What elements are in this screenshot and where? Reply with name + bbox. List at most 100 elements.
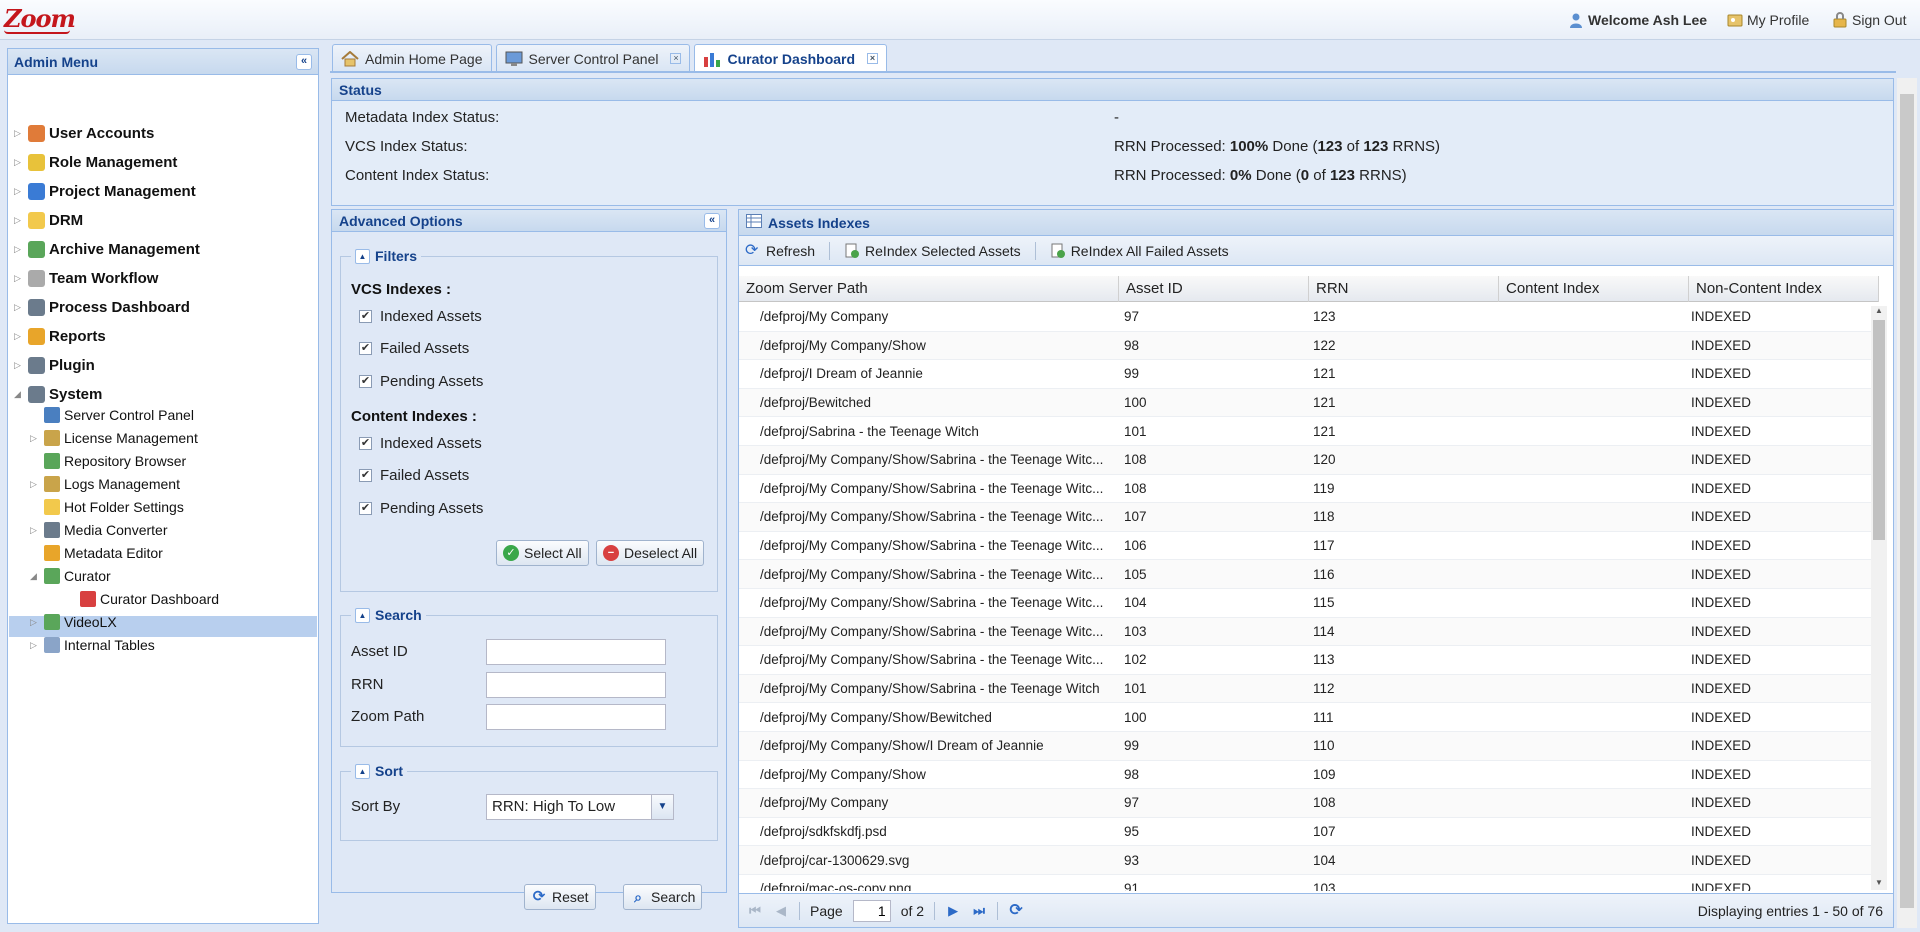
close-tab-icon[interactable]: × <box>867 53 879 64</box>
table-row[interactable]: /defproj/My Company 97 108 INDEXED <box>739 789 1873 818</box>
column-header-rrn[interactable]: RRN <box>1309 276 1499 302</box>
menu-item-drm[interactable]: ▷ DRM <box>14 210 83 230</box>
column-header-asset-id[interactable]: Asset ID <box>1119 276 1309 302</box>
table-row[interactable]: /defproj/Sabrina - the Teenage Witch 101 1… <box>739 417 1873 446</box>
collapsed-arrow-icon[interactable]: ▷ <box>14 128 24 139</box>
filters-toggle-icon[interactable]: ▲ <box>355 248 370 264</box>
table-row[interactable]: /defproj/My Company/Show/Sabrina - the T… <box>739 475 1873 504</box>
first-page-icon[interactable]: ⏮ <box>747 903 763 919</box>
column-header-non-content-index[interactable]: Non-Content Index <box>1689 276 1879 302</box>
tab-server-control-panel[interactable]: Server Control Panel × <box>495 44 691 72</box>
sign-out-link[interactable]: Sign Out <box>1832 12 1906 28</box>
table-row[interactable]: /defproj/My Company 97 123 INDEXED <box>739 303 1873 332</box>
menu-item-team-workflow[interactable]: ▷ Team Workflow <box>14 268 158 288</box>
menu-item-videolx[interactable]: ▷ VideoLX <box>30 612 117 632</box>
expanded-arrow-icon[interactable]: ◢ <box>14 389 24 400</box>
table-row[interactable]: /defproj/mac-os-copy.png 91 103 INDEXED <box>739 875 1873 891</box>
reindex-selected-button[interactable]: ReIndex Selected Assets <box>844 243 1021 259</box>
menu-item-system[interactable]: ◢ System <box>14 384 102 404</box>
refresh-icon[interactable]: ⟳ <box>1008 902 1024 919</box>
content-failed-assets-checkbox[interactable]: ✔ Failed Assets <box>359 467 469 484</box>
zoom-path-input[interactable] <box>486 704 666 730</box>
menu-item-archive-management[interactable]: ▷ Archive Management <box>14 239 200 259</box>
content-indexed-assets-checkbox[interactable]: ✔ Indexed Assets <box>359 435 482 452</box>
collapsed-arrow-icon[interactable]: ▷ <box>14 244 24 255</box>
vcs-failed-assets-checkbox[interactable]: ✔ Failed Assets <box>359 340 469 357</box>
expanded-arrow-icon[interactable]: ◢ <box>30 571 40 582</box>
next-page-icon[interactable]: ▶ <box>945 903 961 919</box>
menu-item-role-management[interactable]: ▷ Role Management <box>14 152 177 172</box>
table-row[interactable]: /defproj/My Company/Show/Sabrina - the T… <box>739 532 1873 561</box>
collapsed-arrow-icon[interactable]: ▷ <box>30 479 40 490</box>
collapse-advanced-icon[interactable]: « <box>704 213 720 229</box>
collapsed-arrow-icon[interactable]: ▷ <box>14 331 24 342</box>
table-row[interactable]: /defproj/My Company/Show 98 109 INDEXED <box>739 761 1873 790</box>
menu-item-plugin[interactable]: ▷ Plugin <box>14 355 95 375</box>
menu-item-server-control-panel[interactable]: Server Control Panel <box>30 405 194 425</box>
search-button[interactable]: ⌕ Search <box>623 884 703 910</box>
tab-curator-dashboard[interactable]: Curator Dashboard × <box>694 44 888 72</box>
collapsed-arrow-icon[interactable]: ▷ <box>30 617 40 628</box>
refresh-button[interactable]: ⟳ Refresh <box>745 242 815 259</box>
column-header-zoom-server-path[interactable]: Zoom Server Path <box>739 276 1119 302</box>
collapsed-arrow-icon[interactable]: ▷ <box>30 640 40 651</box>
table-row[interactable]: /defproj/I Dream of Jeannie 99 121 INDEXED <box>739 360 1873 389</box>
search-toggle-icon[interactable]: ▲ <box>355 607 370 623</box>
collapsed-arrow-icon[interactable]: ▷ <box>14 157 24 168</box>
my-profile-link[interactable]: My Profile <box>1727 12 1809 28</box>
collapsed-arrow-icon[interactable]: ▷ <box>14 215 24 226</box>
menu-item-hot-folder-settings[interactable]: Hot Folder Settings <box>30 497 184 517</box>
vcs-pending-assets-checkbox[interactable]: ✔ Pending Assets <box>359 373 483 390</box>
page-scrollbar[interactable] <box>1897 78 1917 928</box>
menu-item-user-accounts[interactable]: ▷ User Accounts <box>14 123 154 143</box>
menu-item-license-management[interactable]: ▷ License Management <box>30 428 198 448</box>
tab-admin-home-page[interactable]: Admin Home Page <box>332 44 492 72</box>
table-row[interactable]: /defproj/My Company/Show/Bewitched 100 111… <box>739 703 1873 732</box>
collapsed-arrow-icon[interactable]: ▷ <box>14 360 24 371</box>
menu-item-repository-browser[interactable]: Repository Browser <box>30 451 186 471</box>
collapsed-arrow-icon[interactable]: ▷ <box>14 273 24 284</box>
collapsed-arrow-icon[interactable]: ▷ <box>30 525 40 536</box>
menu-item-curator-dashboard[interactable]: Curator Dashboard <box>66 589 219 609</box>
reset-button[interactable]: ⟳ Reset <box>524 884 596 910</box>
scrollbar-thumb[interactable] <box>1873 320 1885 540</box>
menu-item-reports[interactable]: ▷ Reports <box>14 326 106 346</box>
chevron-down-icon[interactable]: ▼ <box>651 795 673 819</box>
menu-item-metadata-editor[interactable]: Metadata Editor <box>30 543 163 563</box>
page-scrollbar-thumb[interactable] <box>1900 94 1914 908</box>
select-all-button[interactable]: ✓ Select All <box>496 540 589 566</box>
table-row[interactable]: /defproj/My Company/Show/Sabrina - the T… <box>739 503 1873 532</box>
collapsed-arrow-icon[interactable]: ▷ <box>14 186 24 197</box>
table-row[interactable]: /defproj/Bewitched 100 121 INDEXED <box>739 388 1873 418</box>
table-row[interactable]: /defproj/sdkfskdfj.psd 95 107 INDEXED <box>739 818 1873 847</box>
menu-item-project-management[interactable]: ▷ Project Management <box>14 181 196 201</box>
menu-item-logs-management[interactable]: ▷ Logs Management <box>30 474 180 494</box>
table-row[interactable]: /defproj/car-1300629.svg 93 104 INDEXED <box>739 846 1873 875</box>
collapse-menu-icon[interactable]: « <box>296 54 312 70</box>
page-number-input[interactable] <box>852 899 891 922</box>
asset-id-input[interactable] <box>486 639 666 665</box>
table-row[interactable]: /defproj/My Company/Show/Sabrina - the T… <box>739 589 1873 618</box>
rrn-input[interactable] <box>486 672 666 698</box>
deselect-all-button[interactable]: − Deselect All <box>596 540 705 566</box>
menu-item-internal-tables[interactable]: ▷ Internal Tables <box>30 635 155 655</box>
sort-by-select[interactable]: RRN: High To Low ▼ <box>486 794 674 820</box>
collapsed-arrow-icon[interactable]: ▷ <box>30 433 40 444</box>
table-row[interactable]: /defproj/My Company/Show 98 122 INDEXED <box>739 331 1873 361</box>
last-page-icon[interactable]: ⏭ <box>971 903 987 919</box>
menu-item-media-converter[interactable]: ▷ Media Converter <box>30 520 168 540</box>
table-row[interactable]: /defproj/My Company/Show/Sabrina - the T… <box>739 445 1873 475</box>
grid-scrollbar[interactable]: ▲ ▼ <box>1871 306 1887 890</box>
menu-item-process-dashboard[interactable]: ▷ Process Dashboard <box>14 297 190 317</box>
table-row[interactable]: /defproj/My Company/Show/Sabrina - the T… <box>739 646 1873 675</box>
close-tab-icon[interactable]: × <box>670 53 682 64</box>
table-row[interactable]: /defproj/My Company/Show/I Dream of Jean… <box>739 731 1873 761</box>
menu-item-curator[interactable]: ◢ Curator <box>30 566 111 586</box>
table-row[interactable]: /defproj/My Company/Show/Sabrina - the T… <box>739 617 1873 647</box>
column-header-content-index[interactable]: Content Index <box>1499 276 1689 302</box>
table-row[interactable]: /defproj/My Company/Show/Sabrina - the T… <box>739 674 1873 704</box>
prev-page-icon[interactable]: ◀ <box>773 903 789 919</box>
content-pending-assets-checkbox[interactable]: ✔ Pending Assets <box>359 500 483 517</box>
reindex-failed-button[interactable]: ReIndex All Failed Assets <box>1050 243 1229 259</box>
collapsed-arrow-icon[interactable]: ▷ <box>14 302 24 313</box>
